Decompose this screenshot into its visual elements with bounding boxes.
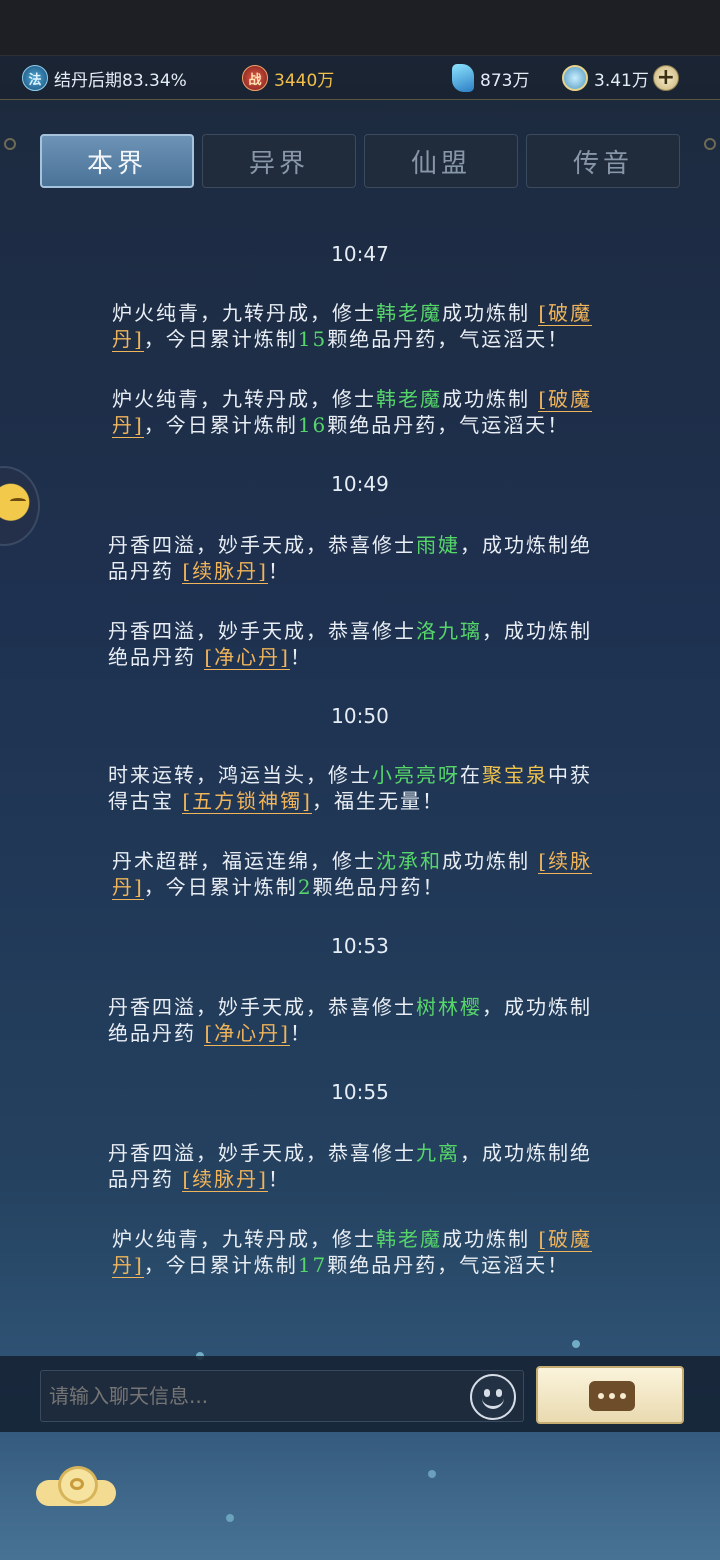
item-link[interactable]: [净心丹] [204, 645, 290, 670]
battle-power-value: 3440万 [274, 70, 335, 91]
ornament-right-icon [704, 138, 716, 150]
system-message: 炉火纯青，九转丹成，修士韩老魔成功炼制 [破魔 丹]，今日累计炼制16颗绝品丹药… [112, 387, 593, 438]
item-link[interactable]: [净心丹] [204, 1021, 290, 1046]
system-message: 丹香四溢，妙手天成，恭喜修士洛九璃，成功炼制 绝品丹药 [净心丹]！ [108, 619, 592, 670]
spirit-stone[interactable]: 873万 [452, 64, 529, 92]
system-message: 丹香四溢，妙手天成，恭喜修士树林樱，成功炼制 绝品丹药 [净心丹]！ [108, 995, 592, 1046]
spirit-jade[interactable]: 3.41万 + [562, 64, 679, 92]
channel-tabs: 本界 异界 仙盟 传音 [40, 134, 680, 190]
item-link[interactable]: 丹] [112, 1253, 144, 1278]
item-link[interactable]: 丹] [112, 327, 144, 352]
item-link[interactable]: [续脉丹] [182, 1167, 268, 1192]
timestamp: 10:50 [331, 704, 389, 728]
player-name[interactable]: 九离 [416, 1141, 460, 1165]
item-link[interactable]: [破魔 [538, 387, 593, 412]
chat-bubble-icon [589, 1381, 635, 1411]
realm-progress[interactable]: 法 结丹后期83.34% [22, 64, 187, 92]
item-link[interactable]: [破魔 [538, 301, 593, 326]
chat-input-bar [0, 1356, 720, 1432]
emoji-icon[interactable] [470, 1374, 516, 1420]
battle-power[interactable]: 战 3440万 [242, 64, 334, 92]
item-link[interactable]: 丹] [112, 875, 144, 900]
spirit-stone-icon [452, 64, 474, 92]
system-message: 丹术超群，福运连绵，修士沈承和成功炼制 [续脉 丹]，今日累计炼制2颗绝品丹药！ [112, 849, 593, 900]
chat-feed[interactable]: 10:47 炉火纯青，九转丹成，修士韩老魔成功炼制 [破魔 丹]，今日累计炼制1… [0, 200, 720, 1350]
system-message: 丹香四溢，妙手天成，恭喜修士九离，成功炼制绝 品丹药 [续脉丹]！ [108, 1141, 592, 1192]
timestamp: 10:49 [331, 472, 389, 496]
place-name: 聚宝泉 [482, 763, 548, 787]
system-message: 炉火纯青，九转丹成，修士韩老魔成功炼制 [破魔 丹]，今日累计炼制15颗绝品丹药… [112, 301, 593, 352]
cloud-menu-icon[interactable] [36, 1462, 118, 1514]
send-button[interactable] [536, 1366, 684, 1424]
tab-other-realm[interactable]: 异界 [202, 134, 356, 188]
timestamp: 10:47 [331, 242, 389, 266]
item-link[interactable]: [续脉 [538, 849, 593, 874]
system-message: 时来运转，鸿运当头，修士小亮亮呀在聚宝泉中获 得古宝 [五方锁神镯]，福生无量！ [108, 763, 592, 814]
ornament-left-icon [4, 138, 16, 150]
player-name[interactable]: 洛九璃 [416, 619, 482, 643]
player-name[interactable]: 雨婕 [416, 533, 460, 557]
top-status-area [0, 0, 720, 56]
spirit-jade-value: 3.41万 [594, 70, 649, 91]
realm-icon: 法 [22, 65, 48, 91]
timestamp: 10:55 [331, 1080, 389, 1104]
spirit-jade-icon [562, 65, 588, 91]
player-name[interactable]: 韩老魔 [376, 301, 442, 325]
player-name[interactable]: 韩老魔 [376, 1227, 442, 1251]
player-name[interactable]: 树林樱 [416, 995, 482, 1019]
spirit-stone-value: 873万 [480, 70, 530, 91]
resource-bar: 法 结丹后期83.34% 战 3440万 873万 3.41万 + [0, 56, 720, 150]
tab-whisper[interactable]: 传音 [526, 134, 680, 188]
system-message: 丹香四溢，妙手天成，恭喜修士雨婕，成功炼制绝 品丹药 [续脉丹]！ [108, 533, 592, 584]
chat-input[interactable] [40, 1370, 524, 1422]
player-name[interactable]: 韩老魔 [376, 387, 442, 411]
battle-power-icon: 战 [242, 65, 268, 91]
realm-text: 结丹后期83.34% [54, 70, 187, 91]
tab-alliance[interactable]: 仙盟 [364, 134, 518, 188]
item-link[interactable]: [续脉丹] [182, 559, 268, 584]
item-link[interactable]: 丹] [112, 413, 144, 438]
item-link[interactable]: [五方锁神镯] [182, 789, 312, 814]
system-message: 炉火纯青，九转丹成，修士韩老魔成功炼制 [破魔 丹]，今日累计炼制17颗绝品丹药… [112, 1227, 593, 1278]
plus-icon[interactable]: + [652, 65, 679, 91]
player-name[interactable]: 小亮亮呀 [372, 763, 460, 787]
timestamp: 10:53 [331, 934, 389, 958]
tab-local-realm[interactable]: 本界 [40, 134, 194, 188]
item-link[interactable]: [破魔 [538, 1227, 593, 1252]
sparkle-decor [572, 1340, 580, 1348]
player-name[interactable]: 沈承和 [376, 849, 442, 873]
